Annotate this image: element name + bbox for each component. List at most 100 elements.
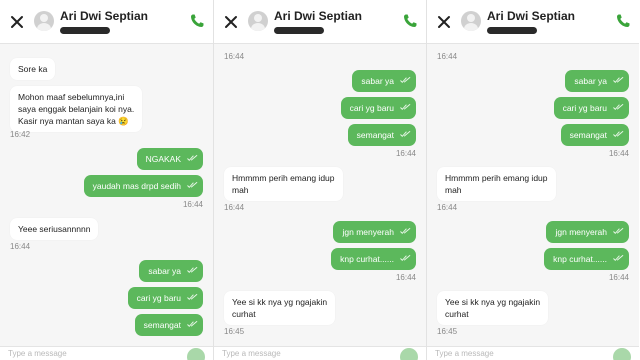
double-check-icon [613,130,624,138]
message-timestamp: 16:44 [608,149,629,158]
chat-header: Ari Dwi Septian [214,0,426,44]
double-check-icon [187,266,198,274]
message-text-line: Hmmmm perih emang idup [445,173,548,183]
phone-icon[interactable] [402,13,418,29]
chat-panel-2: Ari Dwi Septian 16:44 sabar ya cari yg b… [213,0,426,360]
message-timestamp: 16:44 [395,149,416,158]
avatar[interactable] [248,11,268,31]
message-text-line: mah [445,185,462,195]
message-outgoing: jgn menyerah [333,221,416,243]
double-check-icon [400,254,411,262]
message-text: yaudah mas drpd sedih [92,181,181,191]
message-composer[interactable]: Type a message [427,346,639,360]
double-check-icon [613,103,624,111]
message-text-line: Yee si kk nya yg ngajakin [445,297,541,307]
message-text-line: mah [232,185,249,195]
message-timestamp: 16:42 [10,130,31,139]
message-incoming: Yee si kk nya yg ngajakin curhat [437,291,549,325]
message-outgoing: sabar ya [139,260,203,282]
message-timestamp: 16:44 [437,203,458,212]
phone-icon[interactable] [615,13,631,29]
message-outgoing: jgn menyerah [546,221,629,243]
message-timestamp: 16:44 [224,52,245,61]
send-icon[interactable] [613,348,631,360]
chat-header: Ari Dwi Septian [427,0,639,44]
double-check-icon [613,254,624,262]
phone-icon[interactable] [189,13,205,29]
message-text: sabar ya [574,76,607,86]
message-outgoing: cari yg baru [553,97,629,119]
message-list[interactable]: 16:44 sabar ya cari yg baru semangat 16:… [214,46,426,346]
avatar[interactable] [461,11,481,31]
message-timestamp: 16:44 [10,242,31,251]
message-outgoing: semangat [560,124,629,146]
message-text: semangat [356,130,394,140]
message-timestamp: 16:45 [437,327,458,336]
message-text-line: Mohon maaf sebelumnya,ini [18,92,125,102]
message-text-line: Yee si kk nya yg ngajakin [232,297,328,307]
double-check-icon [187,320,198,328]
avatar[interactable] [34,11,54,31]
message-outgoing: knp curhat...... [544,248,629,270]
message-text: cari yg baru [349,103,394,113]
message-composer[interactable]: Type a message [214,346,426,360]
close-icon[interactable] [434,12,454,32]
message-outgoing: yaudah mas drpd sedih [83,175,203,197]
message-text: semangat [143,320,181,330]
double-check-icon [187,181,198,189]
message-list[interactable]: 16:44 sabar ya cari yg baru semangat 16:… [427,46,639,346]
message-text-line: Hmmmm perih emang idup [232,173,335,183]
message-text: NGAKAK [145,154,181,164]
message-text: cari yg baru [136,293,181,303]
message-text: cari yg baru [562,103,607,113]
message-list[interactable]: Sore ka Mohon maaf sebelumnya,ini saya e… [0,46,213,346]
message-text: jgn menyerah [555,227,607,237]
redacted-status [60,27,110,34]
chat-panel-3: Ari Dwi Septian 16:44 sabar ya cari yg b… [426,0,639,360]
redacted-status [274,27,324,34]
message-input[interactable]: Type a message [8,349,67,358]
message-input[interactable]: Type a message [435,349,494,358]
message-incoming: Yeee seriusannnnn [10,218,99,240]
double-check-icon [613,227,624,235]
message-text-line: saya enggak belanjain koi nya. [18,104,135,114]
message-text-line: curhat [445,309,469,319]
message-text-line: curhat [232,309,256,319]
message-outgoing: sabar ya [352,70,416,92]
send-icon[interactable] [400,348,418,360]
message-text: Yeee seriusannnnn [18,224,91,234]
contact-name[interactable]: Ari Dwi Septian [60,9,148,23]
message-input[interactable]: Type a message [222,349,281,358]
message-timestamp: 16:44 [608,273,629,282]
double-check-icon [400,130,411,138]
double-check-icon [613,76,624,84]
screenshot-strip: Ari Dwi Septian Sore ka Mohon maaf sebel… [0,0,640,360]
contact-name[interactable]: Ari Dwi Septian [487,9,575,23]
message-timestamp: 16:44 [224,203,245,212]
message-outgoing: cari yg baru [340,97,416,119]
message-outgoing: sabar ya [565,70,629,92]
message-text: jgn menyerah [342,227,394,237]
message-text-line: Kasir nya mantan saya ka 😢 [18,116,129,126]
send-icon[interactable] [187,348,205,360]
message-outgoing: NGAKAK [136,148,203,170]
redacted-status [487,27,537,34]
message-incoming: Hmmmm perih emang idup mah [224,167,343,201]
message-timestamp: 16:45 [224,327,245,336]
message-outgoing: semangat [347,124,416,146]
message-text: sabar ya [361,76,394,86]
message-incoming: Mohon maaf sebelumnya,ini saya enggak be… [10,86,143,132]
message-outgoing: knp curhat...... [331,248,416,270]
message-incoming: Sore ka [10,58,56,80]
message-composer[interactable]: Type a message [0,346,213,360]
contact-name[interactable]: Ari Dwi Septian [274,9,362,23]
message-text: knp curhat...... [340,254,394,264]
chat-header: Ari Dwi Septian [0,0,213,44]
message-text: knp curhat...... [553,254,607,264]
close-icon[interactable] [221,12,241,32]
message-text: semangat [569,130,607,140]
message-outgoing: cari yg baru [127,287,203,309]
double-check-icon [400,76,411,84]
message-timestamp: 16:44 [182,200,203,209]
close-icon[interactable] [7,12,27,32]
